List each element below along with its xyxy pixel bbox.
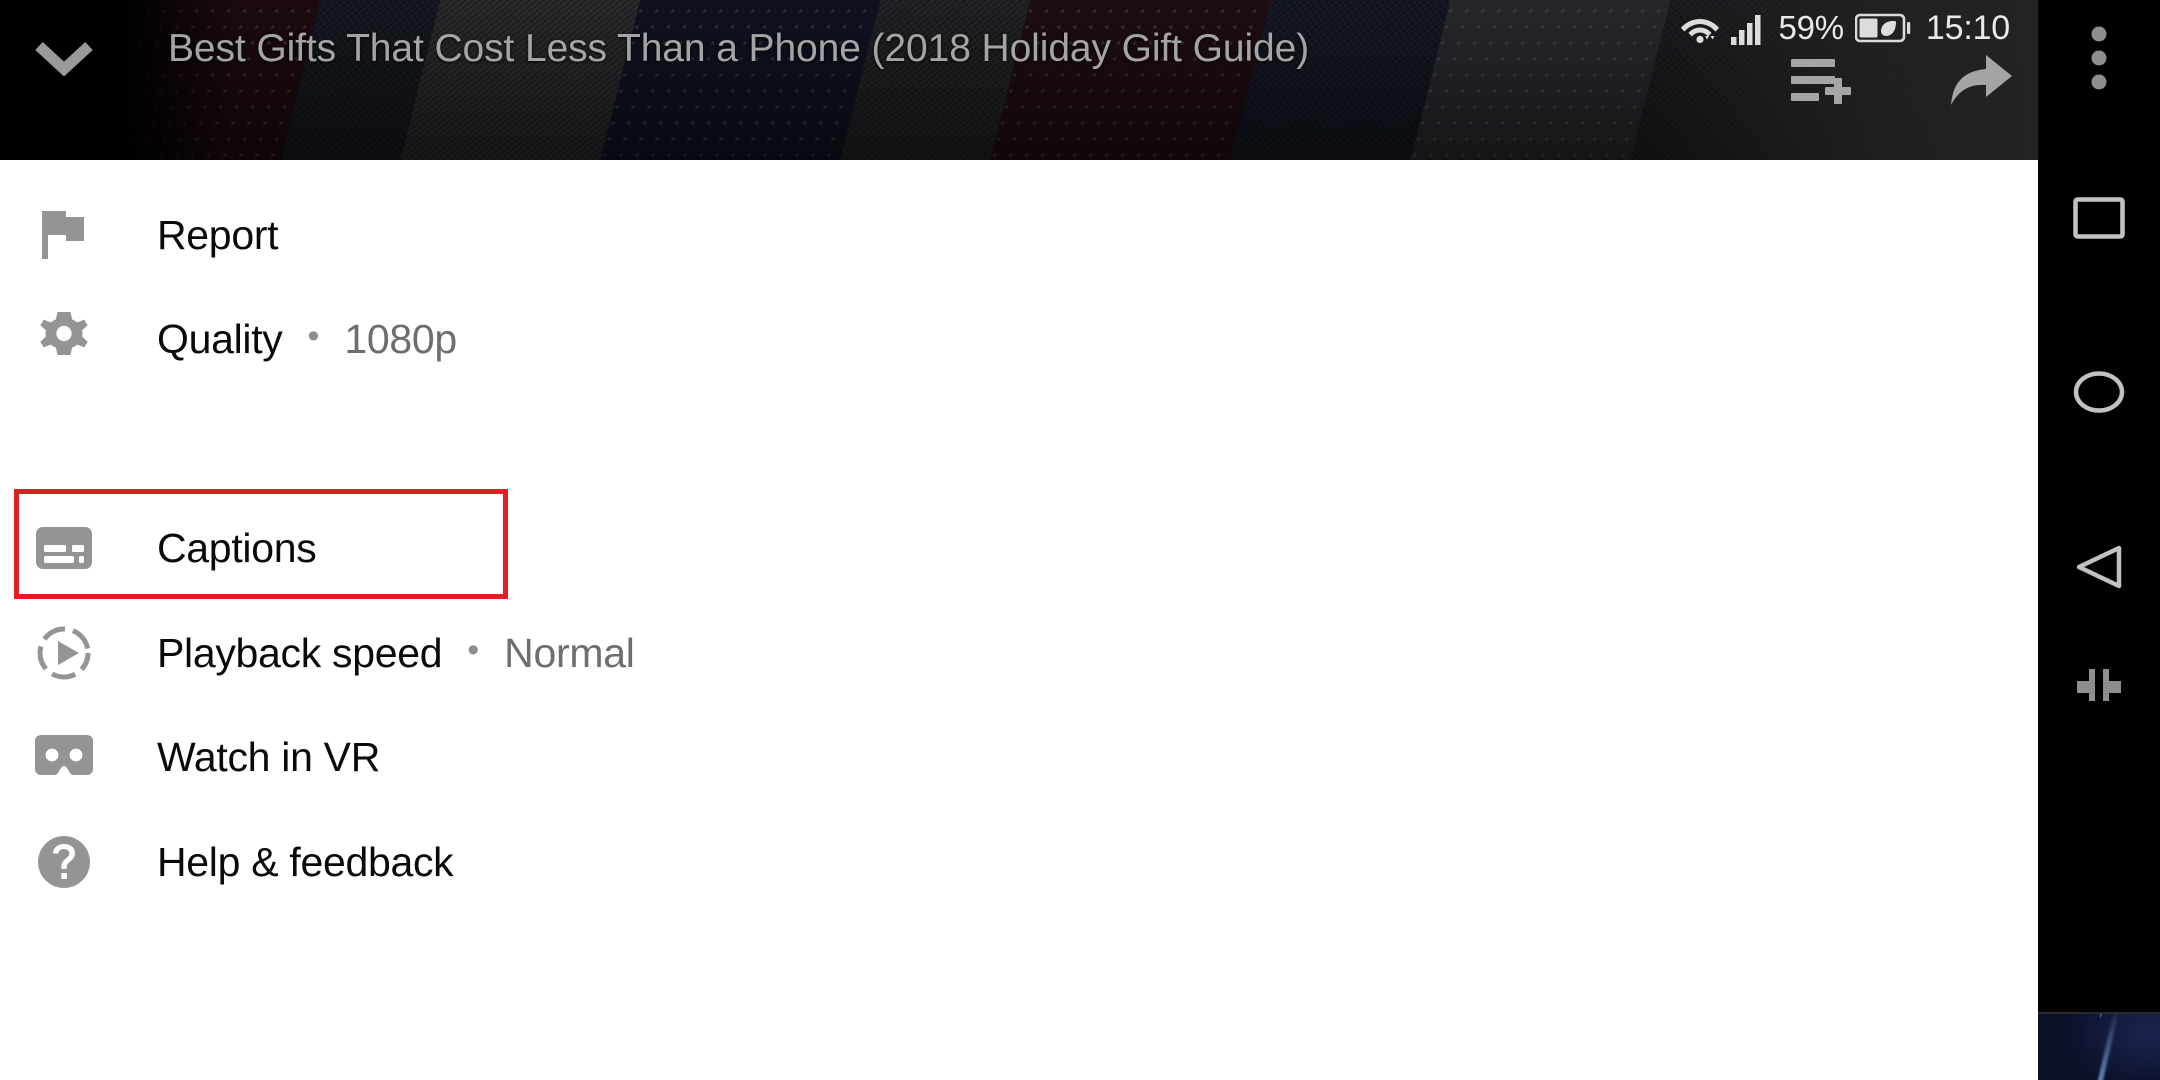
home-wallpaper-sliver [2038, 1014, 2160, 1080]
gear-icon [33, 312, 95, 366]
menu-item-label: Report [157, 211, 279, 258]
closed-caption-icon [33, 527, 95, 569]
home-circle-icon [2073, 371, 2125, 413]
battery-percent-label: 59% [1778, 9, 1844, 46]
screen: Best Gifts That Cost Less Than a Phone (… [0, 0, 2160, 1080]
menu-item-label: Watch in VR [157, 733, 381, 780]
collapse-navbar-icon [2077, 669, 2121, 701]
collapse-player-button[interactable] [28, 22, 100, 94]
help-circle-icon [33, 835, 95, 889]
video-player-header: Best Gifts That Cost Less Than a Phone (… [0, 0, 2038, 160]
video-options-menu: Report Quality • 1080p Captions Playback… [0, 160, 2038, 1080]
menu-item-help-feedback[interactable]: Help & feedback [0, 805, 2038, 919]
share-arrow-icon [1951, 55, 2012, 105]
add-to-queue-icon [1791, 59, 1851, 104]
back-triangle-icon [2076, 545, 2122, 589]
menu-item-report[interactable]: Report [0, 178, 2038, 292]
back-button[interactable] [2038, 512, 2160, 622]
menu-item-separator: • [307, 317, 320, 355]
menu-item-label: Captions [157, 524, 317, 571]
wallpaper-light-streak [2092, 1014, 2121, 1080]
clock-label: 15:10 [1925, 8, 2010, 47]
recents-square-icon [2073, 197, 2125, 239]
cellular-signal-icon [1731, 14, 1761, 45]
overflow-menu-icon [2091, 26, 2107, 90]
status-bar: 59% 15:10 [1680, 0, 2038, 56]
menu-item-label: Help & feedback [157, 838, 454, 885]
menu-item-watch-in-vr[interactable]: Watch in VR [0, 700, 2038, 814]
collapse-navbar-button[interactable] [2038, 630, 2160, 740]
overflow-menu-button[interactable] [2038, 5, 2160, 115]
vr-cardboard-icon [33, 735, 95, 779]
thumbnail-left-fade [118, 0, 238, 160]
chevron-down-icon [35, 41, 93, 76]
menu-item-separator: • [467, 631, 480, 669]
menu-item-captions[interactable]: Captions [0, 491, 2038, 605]
playback-speed-icon [33, 624, 95, 682]
android-navigation-bar [2038, 0, 2160, 1014]
menu-item-playback-speed[interactable]: Playback speed • Normal [0, 596, 2038, 710]
recents-button[interactable] [2038, 163, 2160, 273]
menu-item-label: Playback speed [157, 629, 443, 676]
menu-item-value: 1080p [344, 315, 457, 362]
menu-item-quality[interactable]: Quality • 1080p [0, 282, 2038, 396]
flag-icon [33, 209, 95, 261]
menu-item-label: Quality [157, 315, 283, 362]
phone-screen-area: Best Gifts That Cost Less Than a Phone (… [0, 0, 2038, 1080]
battery-power-saving-icon [1854, 13, 1911, 43]
add-to-queue-button[interactable] [1780, 48, 1864, 118]
home-button[interactable] [2038, 337, 2160, 447]
wifi-icon [1681, 18, 1720, 43]
menu-item-value: Normal [504, 629, 635, 676]
video-title: Best Gifts That Cost Less Than a Phone (… [168, 27, 1310, 70]
